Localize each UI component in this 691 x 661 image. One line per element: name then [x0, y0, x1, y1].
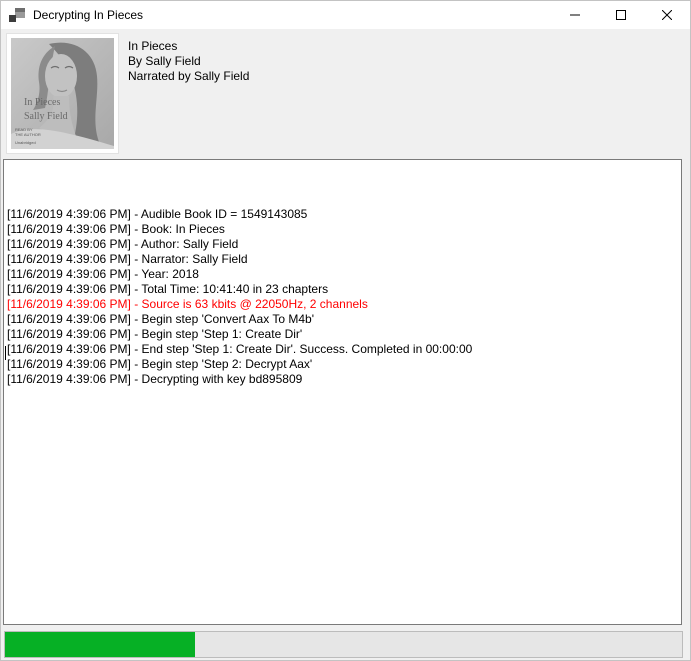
progress-bar [4, 631, 683, 658]
log-line: [11/6/2019 4:39:06 PM] - Begin step 'Ste… [7, 357, 681, 372]
log-line: [11/6/2019 4:39:06 PM] - Year: 2018 [7, 267, 681, 282]
app-icon [8, 7, 25, 24]
book-cover: In Pieces Sally Field READ BY THE AUTHOR… [7, 34, 118, 153]
text-caret [5, 346, 6, 360]
progress-bar-fill [5, 632, 195, 657]
log-output[interactable]: [11/6/2019 4:39:06 PM] - Audible Book ID… [3, 159, 682, 625]
book-author-line: By Sally Field [128, 54, 249, 69]
log-line: [11/6/2019 4:39:06 PM] - Begin step 'Con… [7, 312, 681, 327]
title-bar: Decrypting In Pieces [1, 1, 690, 29]
cover-unabridged-text: Unabridged [15, 140, 36, 145]
window-controls [552, 1, 690, 29]
log-line: [11/6/2019 4:39:06 PM] - Narrator: Sally… [7, 252, 681, 267]
cover-title-text: In Pieces [24, 97, 60, 108]
minimize-button[interactable] [552, 1, 598, 29]
minimize-icon [570, 10, 580, 20]
app-window: Decrypting In Pieces [0, 0, 691, 661]
log-line: [11/6/2019 4:39:06 PM] - End step 'Step … [7, 342, 681, 357]
book-info: In Pieces By Sally Field Narrated by Sal… [128, 39, 249, 84]
maximize-button[interactable] [598, 1, 644, 29]
window-title: Decrypting In Pieces [33, 8, 143, 22]
maximize-icon [616, 10, 626, 20]
log-line: [11/6/2019 4:39:06 PM] - Audible Book ID… [7, 207, 681, 222]
log-line: [11/6/2019 4:39:06 PM] - Book: In Pieces [7, 222, 681, 237]
cover-author-text: Sally Field [24, 111, 68, 122]
log-line: [11/6/2019 4:39:06 PM] - Decrypting with… [7, 372, 681, 387]
log-line: [11/6/2019 4:39:06 PM] - Source is 63 kb… [7, 297, 681, 312]
book-cover-image: In Pieces Sally Field READ BY THE AUTHOR… [11, 38, 114, 149]
close-button[interactable] [644, 1, 690, 29]
book-title-line: In Pieces [128, 39, 249, 54]
log-line: [11/6/2019 4:39:06 PM] - Author: Sally F… [7, 237, 681, 252]
close-icon [662, 10, 672, 20]
log-line: [11/6/2019 4:39:06 PM] - Begin step 'Ste… [7, 327, 681, 342]
cover-readby-line2: THE AUTHOR [15, 132, 41, 137]
log-line: [11/6/2019 4:39:06 PM] - Total Time: 10:… [7, 282, 681, 297]
book-narrator-line: Narrated by Sally Field [128, 69, 249, 84]
